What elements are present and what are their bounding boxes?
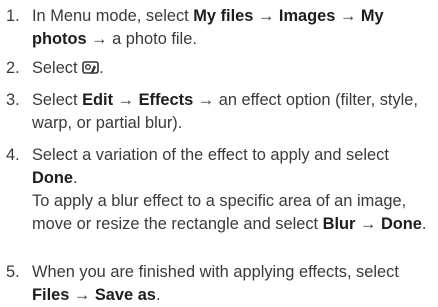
text-run: . — [421, 214, 427, 233]
text-run: . — [72, 168, 78, 187]
step-number: 2. — [6, 59, 20, 77]
step-number: 5. — [6, 263, 20, 281]
step-text: Select Edit → Effects → an effect option… — [32, 89, 432, 134]
text-run: . — [155, 285, 161, 304]
menu-term-files: Files — [32, 285, 70, 304]
step-text: When you are finished with applying effe… — [32, 261, 432, 306]
instruction-document: 1. In Menu mode, select My files → Image… — [0, 0, 438, 307]
text-run: Select — [32, 91, 83, 109]
menu-term-done: Done — [32, 168, 73, 187]
text-run: Select a variation of the effect to appl… — [32, 146, 389, 164]
text-run: When you are finished with applying effe… — [32, 263, 399, 281]
text-run: In Menu mode, select — [32, 7, 194, 25]
menu-term-effects: Effects — [138, 91, 194, 109]
step-number: 4. — [6, 146, 20, 164]
arrow-separator: → — [113, 91, 139, 109]
photo-edit-icon — [82, 61, 99, 74]
step-number: 1. — [6, 7, 20, 25]
step-number: 3. — [6, 91, 20, 109]
menu-term-done: Done — [380, 214, 422, 233]
text-run: → a photo file. — [86, 29, 197, 48]
menu-term-images: Images — [278, 7, 336, 25]
menu-term-my-files: My files — [193, 7, 254, 25]
step-text: Select a variation of the effect to appl… — [32, 144, 432, 189]
text-run: Select — [32, 59, 83, 77]
arrow-separator: → — [335, 7, 361, 25]
text-run: . — [99, 59, 104, 77]
step-text: In Menu mode, select My files → Images →… — [32, 5, 432, 50]
step-text: Select . — [32, 57, 432, 80]
step-4-note: To apply a blur effect to a specific are… — [32, 190, 434, 235]
arrow-separator: → — [253, 7, 279, 25]
menu-term-edit: Edit — [82, 91, 114, 109]
arrow-separator: → — [355, 214, 381, 233]
menu-term-save-as: Save as — [94, 285, 156, 304]
menu-term-blur: Blur — [322, 214, 356, 233]
arrow-separator: → — [69, 285, 95, 304]
